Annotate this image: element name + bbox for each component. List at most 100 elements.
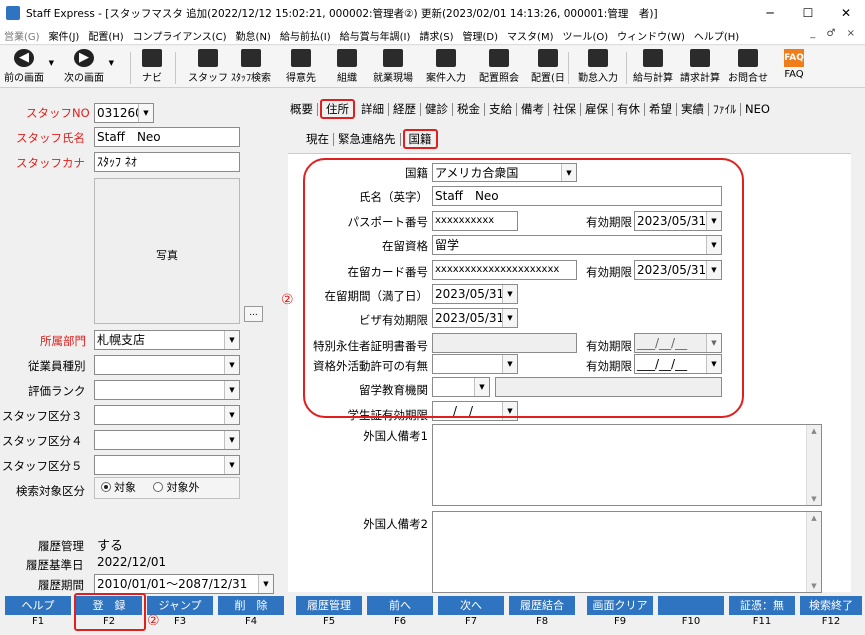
history-period-select[interactable]: 2010/01/01～2087/12/31 ▼ xyxy=(94,574,274,594)
staff-kana-field[interactable]: ｽﾀｯﾌ ﾈｵ xyxy=(94,152,240,172)
menu-maebarai[interactable]: 給与前払(I) xyxy=(280,28,331,43)
close-button[interactable]: ✕ xyxy=(827,0,865,26)
staff-no-select[interactable]: 031260 ▼ xyxy=(94,103,154,123)
staff-search-button[interactable]: ｽﾀｯﾌ検索 xyxy=(231,49,271,84)
worksite-button[interactable]: 就業現場 xyxy=(373,49,413,84)
menu-haichi[interactable]: 配置(H) xyxy=(88,28,123,43)
staff-name-field[interactable]: Staff Neo xyxy=(94,127,240,147)
tab-address[interactable]: 住所 xyxy=(320,99,355,119)
contact-button[interactable]: お問合せ xyxy=(728,49,768,84)
student-card-select[interactable]: ___/__/__ ▼ xyxy=(432,401,518,421)
tab-paid-leave[interactable]: 有休 xyxy=(613,102,645,116)
menu-master[interactable]: マスタ(M) xyxy=(507,28,553,43)
back-button[interactable]: ◀ 前の画面 ▼ xyxy=(4,49,54,84)
menu-help[interactable]: ヘルプ(H) xyxy=(694,28,739,43)
chevron-down-icon: ▼ xyxy=(258,575,273,593)
name-en-field[interactable]: Staff Neo xyxy=(432,186,722,206)
nationality-select[interactable]: アメリカ合衆国 ▼ xyxy=(432,163,577,182)
residence-status-select[interactable]: 留学 ▼ xyxy=(432,235,722,255)
remark1-textarea[interactable]: ▲ ▼ xyxy=(432,424,822,506)
help-button[interactable]: ヘルプ xyxy=(5,596,71,615)
subtab-emergency[interactable]: 緊急連絡先 xyxy=(334,132,401,146)
history-merge-button[interactable]: 履歴結合 xyxy=(509,596,575,615)
outside-activity-select[interactable]: ▼ xyxy=(432,354,518,374)
staff-cat5-select[interactable]: ▼ xyxy=(94,455,240,475)
photo-label: 写真 xyxy=(156,249,178,262)
menu-window[interactable]: ウィンドウ(W) xyxy=(617,28,685,43)
remark2-textarea[interactable]: ▲ ▼ xyxy=(432,511,822,593)
chevron-down-icon[interactable]: ▼ xyxy=(109,59,114,67)
menu-kyuyo[interactable]: 給与賞与年調(I) xyxy=(340,28,411,43)
faq-button[interactable]: FAQ FAQ xyxy=(784,49,804,80)
forward-button[interactable]: ▶ 次の画面 ▼ xyxy=(64,49,114,84)
mdi-controls[interactable]: _ ♂ × xyxy=(810,28,859,39)
next-button[interactable]: 次へ xyxy=(438,596,504,615)
prev-button[interactable]: 前へ xyxy=(367,596,433,615)
search-end-button[interactable]: 検索終了 xyxy=(800,596,862,615)
passport-field[interactable]: xxxxxxxxxx xyxy=(432,211,518,231)
clear-screen-button[interactable]: 画面クリア xyxy=(587,596,653,615)
photo-browse-button[interactable]: ... xyxy=(244,306,263,322)
menu-anken[interactable]: 案件(J) xyxy=(49,28,80,43)
outside-activity-expiry-select[interactable]: ___/__/__ ▼ xyxy=(634,354,722,374)
tab-overview[interactable]: 概要 xyxy=(286,102,318,116)
remark1-scrollbar[interactable]: ▲ ▼ xyxy=(806,425,821,505)
subtab-nationality[interactable]: 国籍 xyxy=(402,129,438,149)
menu-tool[interactable]: ツール(O) xyxy=(562,28,608,43)
menu-kintai[interactable]: 勤怠(N) xyxy=(236,28,271,43)
maximize-button[interactable]: ☐ xyxy=(789,0,827,26)
permanent-expiry-select[interactable]: ___/__/__ ▼ xyxy=(634,333,722,353)
navi-button[interactable]: ナビ xyxy=(142,49,162,84)
tab-payment[interactable]: 支給 xyxy=(485,102,517,116)
menu-eigyo[interactable]: 営業(G) xyxy=(4,28,40,43)
school-select[interactable]: ▼ xyxy=(432,377,490,397)
tab-social-insurance[interactable]: 社保 xyxy=(549,102,581,116)
history-mgmt-button[interactable]: 履歴管理 xyxy=(296,596,362,615)
residence-card-expiry-select[interactable]: 2023/05/31 ▼ xyxy=(634,260,722,280)
radio-target[interactable]: 対象 xyxy=(101,481,136,494)
tab-file[interactable]: ﾌｧｲﾙ xyxy=(709,102,741,116)
emp-type-select[interactable]: ▼ xyxy=(94,355,240,375)
passport-expiry-select[interactable]: 2023/05/31 ▼ xyxy=(634,211,722,231)
remark2-scrollbar[interactable]: ▲ ▼ xyxy=(806,512,821,592)
staff-cat4-label: スタッフ区分４ xyxy=(2,434,83,448)
visa-select[interactable]: 2023/05/31 ▼ xyxy=(432,308,518,328)
tab-tax[interactable]: 税金 xyxy=(453,102,485,116)
residence-period-select[interactable]: 2023/05/31 ▼ xyxy=(432,284,518,304)
delete-button[interactable]: 削 除 xyxy=(218,596,284,615)
tab-employment-insurance[interactable]: 雇保 xyxy=(581,102,613,116)
placement-inquiry-button[interactable]: 配置照会 xyxy=(479,49,519,84)
photo-area[interactable]: 写真 xyxy=(94,178,240,324)
rank-select[interactable]: ▼ xyxy=(94,380,240,400)
minimize-button[interactable]: ─ xyxy=(751,0,789,26)
tab-detail[interactable]: 詳細 xyxy=(357,102,389,116)
billing-calc-button[interactable]: 請求計算 xyxy=(680,49,720,84)
chevron-down-icon[interactable]: ▼ xyxy=(49,59,54,67)
organization-button[interactable]: 組織 xyxy=(337,49,357,84)
menu-seikyu[interactable]: 請求(S) xyxy=(419,28,453,43)
tab-preference[interactable]: 希望 xyxy=(645,102,677,116)
case-input-button[interactable]: 案件入力 xyxy=(426,49,466,84)
tab-health[interactable]: 健診 xyxy=(421,102,453,116)
radio-non-target[interactable]: 対象外 xyxy=(153,481,199,494)
tab-notes[interactable]: 備考 xyxy=(517,102,549,116)
staff-cat3-select[interactable]: ▼ xyxy=(94,405,240,425)
staff-button[interactable]: スタッフ xyxy=(188,49,228,84)
menu-compliance[interactable]: コンプライアンス(C) xyxy=(133,28,227,43)
permanent-field[interactable] xyxy=(432,333,577,353)
tab-career[interactable]: 経歴 xyxy=(389,102,421,116)
f10-button[interactable] xyxy=(658,596,724,615)
tab-neo[interactable]: NEO xyxy=(741,102,774,116)
student-card-label: 学生証有効期限 xyxy=(347,408,429,422)
evidence-button[interactable]: 証憑：無 xyxy=(729,596,795,615)
client-button[interactable]: 得意先 xyxy=(286,49,316,84)
dept-select[interactable]: 札幌支店 ▼ xyxy=(94,330,240,350)
subtab-current[interactable]: 現在 xyxy=(302,132,334,146)
attendance-input-button[interactable]: 勤怠入力 xyxy=(578,49,618,84)
residence-card-field[interactable]: xxxxxxxxxxxxxxxxxxxxx xyxy=(432,260,577,280)
staff-cat4-select[interactable]: ▼ xyxy=(94,430,240,450)
payroll-calc-button[interactable]: 給与計算 xyxy=(633,49,673,84)
menu-kanri[interactable]: 管理(D) xyxy=(463,28,499,43)
placement-daily-button[interactable]: 配置(日 xyxy=(531,49,565,84)
tab-results[interactable]: 実績 xyxy=(677,102,709,116)
